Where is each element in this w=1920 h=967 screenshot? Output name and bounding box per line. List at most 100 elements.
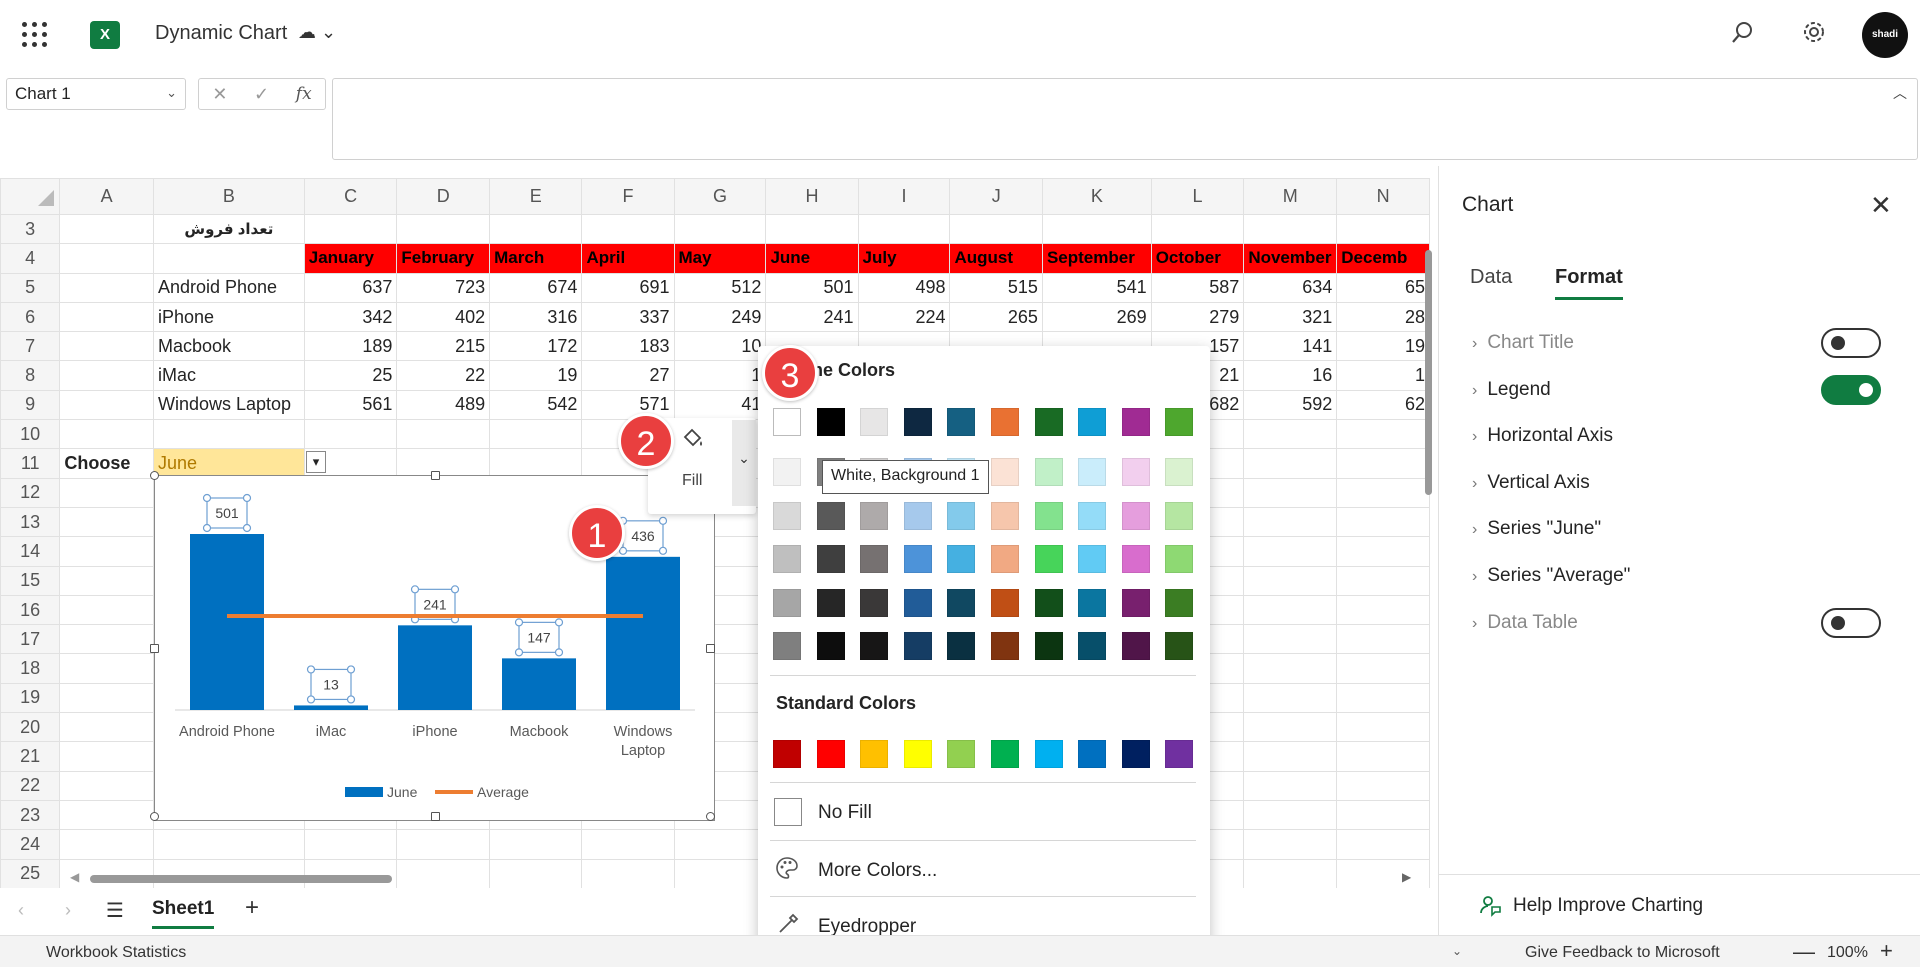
value-cell[interactable]: 22 bbox=[396, 360, 491, 391]
standard-color-swatch[interactable] bbox=[1078, 740, 1107, 768]
column-header[interactable]: C bbox=[303, 178, 398, 215]
cell[interactable] bbox=[396, 448, 491, 479]
theme-shade-swatch[interactable] bbox=[860, 501, 889, 530]
row-header[interactable]: 11 bbox=[0, 448, 61, 479]
cell[interactable] bbox=[1336, 419, 1430, 450]
cell[interactable] bbox=[59, 389, 154, 421]
theme-shade-swatch[interactable] bbox=[947, 545, 976, 573]
row-header[interactable]: 12 bbox=[0, 477, 61, 508]
pane-item-vertical-axis[interactable]: › Vertical Axis bbox=[1472, 472, 1590, 494]
row-header[interactable]: 25 bbox=[0, 858, 61, 888]
cell[interactable] bbox=[1336, 477, 1430, 508]
tab-format[interactable]: Format bbox=[1555, 266, 1623, 300]
theme-shade-swatch[interactable] bbox=[1165, 545, 1194, 573]
value-cell[interactable]: 512 bbox=[673, 272, 767, 303]
theme-shade-swatch[interactable] bbox=[1078, 545, 1107, 573]
theme-shade-swatch[interactable] bbox=[991, 632, 1019, 660]
row-header[interactable]: 6 bbox=[0, 301, 61, 333]
cell[interactable] bbox=[1041, 213, 1152, 245]
theme-shade-swatch[interactable] bbox=[816, 632, 845, 660]
name-box[interactable]: Chart 1 ⌄ bbox=[6, 78, 186, 110]
theme-shade-swatch[interactable] bbox=[991, 501, 1019, 530]
legend-toggle[interactable] bbox=[1821, 375, 1881, 405]
cell[interactable] bbox=[1243, 477, 1338, 508]
value-cell[interactable]: 189 bbox=[303, 331, 398, 362]
theme-shade-swatch[interactable] bbox=[903, 588, 932, 617]
bar[interactable] bbox=[606, 556, 680, 710]
theme-shade-swatch[interactable] bbox=[773, 588, 801, 617]
cell[interactable] bbox=[581, 829, 675, 860]
value-cell[interactable]: 592 bbox=[1243, 389, 1338, 421]
cell[interactable] bbox=[489, 858, 583, 888]
cell[interactable] bbox=[59, 712, 154, 743]
theme-shade-swatch[interactable] bbox=[1121, 632, 1150, 660]
month-header[interactable]: June bbox=[765, 243, 859, 274]
cell[interactable] bbox=[396, 829, 491, 860]
row-header[interactable]: 13 bbox=[0, 506, 61, 538]
value-cell[interactable]: 316 bbox=[489, 301, 583, 333]
theme-shade-swatch[interactable] bbox=[816, 588, 845, 617]
theme-shade-swatch[interactable] bbox=[947, 501, 976, 530]
cell[interactable] bbox=[303, 419, 398, 450]
row-header[interactable]: 5 bbox=[0, 272, 61, 303]
row-header[interactable]: 14 bbox=[0, 536, 61, 567]
cell[interactable] bbox=[1336, 506, 1430, 538]
cell[interactable] bbox=[59, 682, 154, 714]
cell[interactable] bbox=[1243, 448, 1338, 479]
theme-shade-swatch[interactable] bbox=[1034, 545, 1063, 573]
pane-item-series-june[interactable]: › Series "June" bbox=[1472, 518, 1601, 540]
value-cell[interactable]: 1 bbox=[673, 360, 767, 391]
cell[interactable] bbox=[59, 331, 154, 362]
resize-handle[interactable] bbox=[706, 812, 715, 821]
value-cell[interactable]: 402 bbox=[396, 301, 491, 333]
value-cell[interactable]: 215 bbox=[396, 331, 491, 362]
row-header[interactable]: 19 bbox=[0, 682, 61, 714]
value-cell[interactable]: 19 bbox=[489, 360, 583, 391]
value-cell[interactable]: 321 bbox=[1243, 301, 1338, 333]
cell[interactable] bbox=[489, 213, 583, 245]
row-header[interactable]: 21 bbox=[0, 741, 61, 772]
theme-shade-swatch[interactable] bbox=[1121, 545, 1150, 573]
month-header[interactable]: November bbox=[1243, 243, 1338, 274]
cell[interactable] bbox=[1243, 799, 1338, 831]
cell[interactable] bbox=[489, 829, 583, 860]
cell[interactable] bbox=[1243, 213, 1338, 245]
theme-shade-swatch[interactable] bbox=[1034, 501, 1063, 530]
column-header[interactable]: G bbox=[673, 178, 767, 215]
value-cell[interactable]: 172 bbox=[489, 331, 583, 362]
value-cell[interactable]: 1 bbox=[1336, 360, 1430, 391]
cell[interactable] bbox=[1336, 624, 1430, 655]
add-sheet-button[interactable]: + bbox=[245, 894, 259, 922]
theme-shade-swatch[interactable] bbox=[1078, 501, 1107, 530]
cell[interactable] bbox=[857, 213, 951, 245]
theme-shade-swatch[interactable] bbox=[991, 588, 1019, 617]
theme-shade-swatch[interactable] bbox=[903, 545, 932, 573]
cell[interactable] bbox=[59, 565, 154, 596]
theme-shade-swatch[interactable] bbox=[1121, 501, 1150, 530]
column-header[interactable]: F bbox=[581, 178, 675, 215]
choose-dropdown[interactable]: June ▾ bbox=[152, 448, 326, 479]
cell[interactable] bbox=[59, 419, 154, 450]
row-header[interactable]: 4 bbox=[0, 243, 61, 274]
cell[interactable] bbox=[1243, 682, 1338, 714]
value-cell[interactable]: 279 bbox=[1150, 301, 1245, 333]
month-header[interactable]: September bbox=[1041, 243, 1152, 274]
resize-handle[interactable] bbox=[150, 471, 159, 480]
value-cell[interactable]: 28 bbox=[1336, 301, 1430, 333]
theme-color-swatch[interactable] bbox=[903, 408, 932, 436]
zoom-out-button[interactable]: — bbox=[1793, 939, 1815, 965]
vertical-scrollbar[interactable] bbox=[1425, 250, 1432, 495]
cell[interactable] bbox=[59, 594, 154, 626]
column-header[interactable]: E bbox=[489, 178, 583, 215]
value-cell[interactable]: 269 bbox=[1041, 301, 1152, 333]
product-label[interactable]: Macbook bbox=[152, 331, 305, 362]
help-improve-link[interactable]: Help Improve Charting bbox=[1513, 895, 1703, 917]
value-cell[interactable]: 141 bbox=[1243, 331, 1338, 362]
theme-color-swatch[interactable] bbox=[860, 408, 889, 436]
standard-color-swatch[interactable] bbox=[816, 740, 845, 768]
cell[interactable] bbox=[1243, 741, 1338, 772]
cell[interactable] bbox=[59, 536, 154, 567]
row-header[interactable]: 16 bbox=[0, 594, 61, 626]
value-cell[interactable]: 541 bbox=[1041, 272, 1152, 303]
bar[interactable] bbox=[502, 658, 576, 710]
